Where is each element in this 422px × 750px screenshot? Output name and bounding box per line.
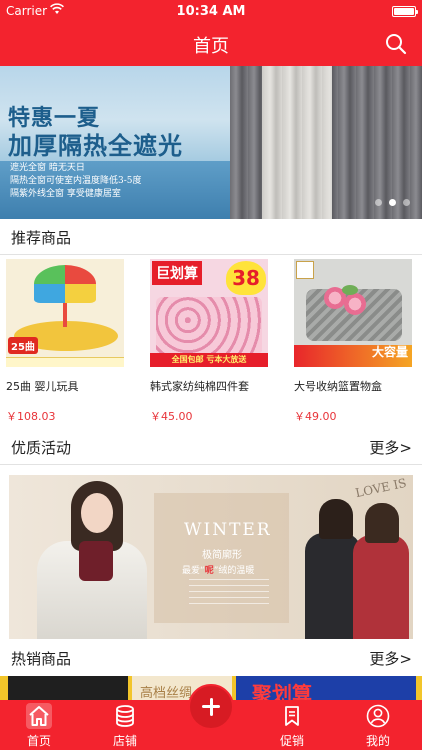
product-card[interactable]: 大容量 大号收纳篮置物盒 ￥49.00 (294, 255, 416, 430)
product-name: 25曲 婴儿玩具 (6, 380, 79, 393)
carousel-page-indicator[interactable] (375, 199, 410, 206)
product-price: ￥45.00 (150, 410, 193, 423)
banner-text-line: 遮光全窗 暗无天日 (10, 163, 85, 173)
product-image-badge: 25曲 (8, 337, 38, 354)
nav-bar: 首页 (0, 22, 422, 66)
recommended-header: 推荐商品 (0, 219, 422, 253)
activity-banner-corner-text: LOVE IS (354, 475, 408, 501)
brand-logo (296, 261, 314, 279)
tab-label: 首页 (26, 734, 51, 748)
status-bar: Carrier 10:34 AM (0, 0, 422, 22)
hot-header: 热销商品 更多> (0, 640, 422, 674)
product-image: 25曲 (6, 259, 124, 367)
activity-banner-sub1: 极简廓形 (202, 550, 242, 561)
product-price: ￥108.03 (6, 410, 56, 423)
product-price: ￥49.00 (294, 410, 337, 423)
recommended-title: 推荐商品 (11, 229, 72, 247)
activity-title: 优质活动 (11, 439, 72, 457)
bookmark-icon (285, 706, 299, 726)
product-image-caption: 全国包邮 亏本大放送 (150, 353, 268, 367)
tab-label: 我的 (365, 734, 390, 748)
activity-more-link[interactable]: 更多> (369, 437, 412, 458)
product-image-price: 38 (226, 261, 266, 295)
product-name: 大号收纳篮置物盒 (294, 380, 382, 393)
banner-carousel[interactable]: 特惠一夏 加厚隔热全遮光 遮光全窗 暗无天日 隔热全窗可使室内温度降低3-5度 … (0, 66, 422, 219)
hot-title: 热销商品 (11, 650, 72, 668)
user-icon (366, 704, 390, 728)
product-image-tag: 大容量 (371, 345, 408, 359)
carousel-dot-active[interactable] (389, 199, 396, 206)
banner-curtain-sheer (262, 66, 332, 219)
activity-banner-word: WINTER (184, 520, 272, 540)
hot-strip-promo: 聚划算 (236, 676, 416, 702)
product-card[interactable]: 25曲 25曲 婴儿玩具 ￥108.03 (6, 255, 128, 430)
banner-text-line: 隔紫外线全窗 享受健康居室 (10, 189, 121, 199)
tab-home[interactable]: 首页 (4, 700, 74, 750)
product-image-tag: 巨划算 (152, 261, 202, 285)
battery-icon (392, 6, 418, 17)
activity-banner[interactable]: WINTER 极简廓形 最爱“呢”绒的温暖 LOVE IS (9, 475, 413, 639)
home-icon (29, 706, 49, 726)
database-icon (116, 705, 134, 727)
divider (0, 464, 422, 465)
page-title: 首页 (193, 36, 229, 57)
tab-profile[interactable]: 我的 (343, 700, 413, 750)
product-card[interactable]: 巨划算 38 全国包邮 亏本大放送 韩式家纺纯棉四件套 ￥45.00 (150, 255, 272, 430)
activity-banner-sub2: 最爱“呢”绒的温暖 (182, 566, 255, 576)
tab-promotions[interactable]: 促销 (257, 700, 327, 750)
product-image: 大容量 (294, 259, 412, 367)
clock: 10:34 AM (176, 4, 246, 19)
screen: Carrier 10:34 AM 首页 特惠一夏 加厚隔热全遮光 遮光全窗 暗无… (0, 0, 422, 750)
search-icon[interactable] (384, 32, 408, 56)
banner-title-line2: 加厚隔热全遮光 (8, 131, 183, 160)
tab-label: 店铺 (112, 734, 137, 748)
add-button[interactable] (188, 684, 234, 730)
product-image: 巨划算 38 全国包邮 亏本大放送 (150, 259, 268, 367)
activity-header: 优质活动 更多> (0, 429, 422, 463)
tab-label: 促销 (279, 734, 304, 748)
tab-store[interactable]: 店铺 (90, 700, 160, 750)
hot-more-link[interactable]: 更多> (369, 648, 412, 669)
banner-text-line: 隔热全窗可使室内温度降低3-5度 (10, 176, 142, 186)
carousel-dot[interactable] (375, 199, 382, 206)
carousel-dot[interactable] (403, 199, 410, 206)
product-name: 韩式家纺纯棉四件套 (150, 380, 249, 393)
